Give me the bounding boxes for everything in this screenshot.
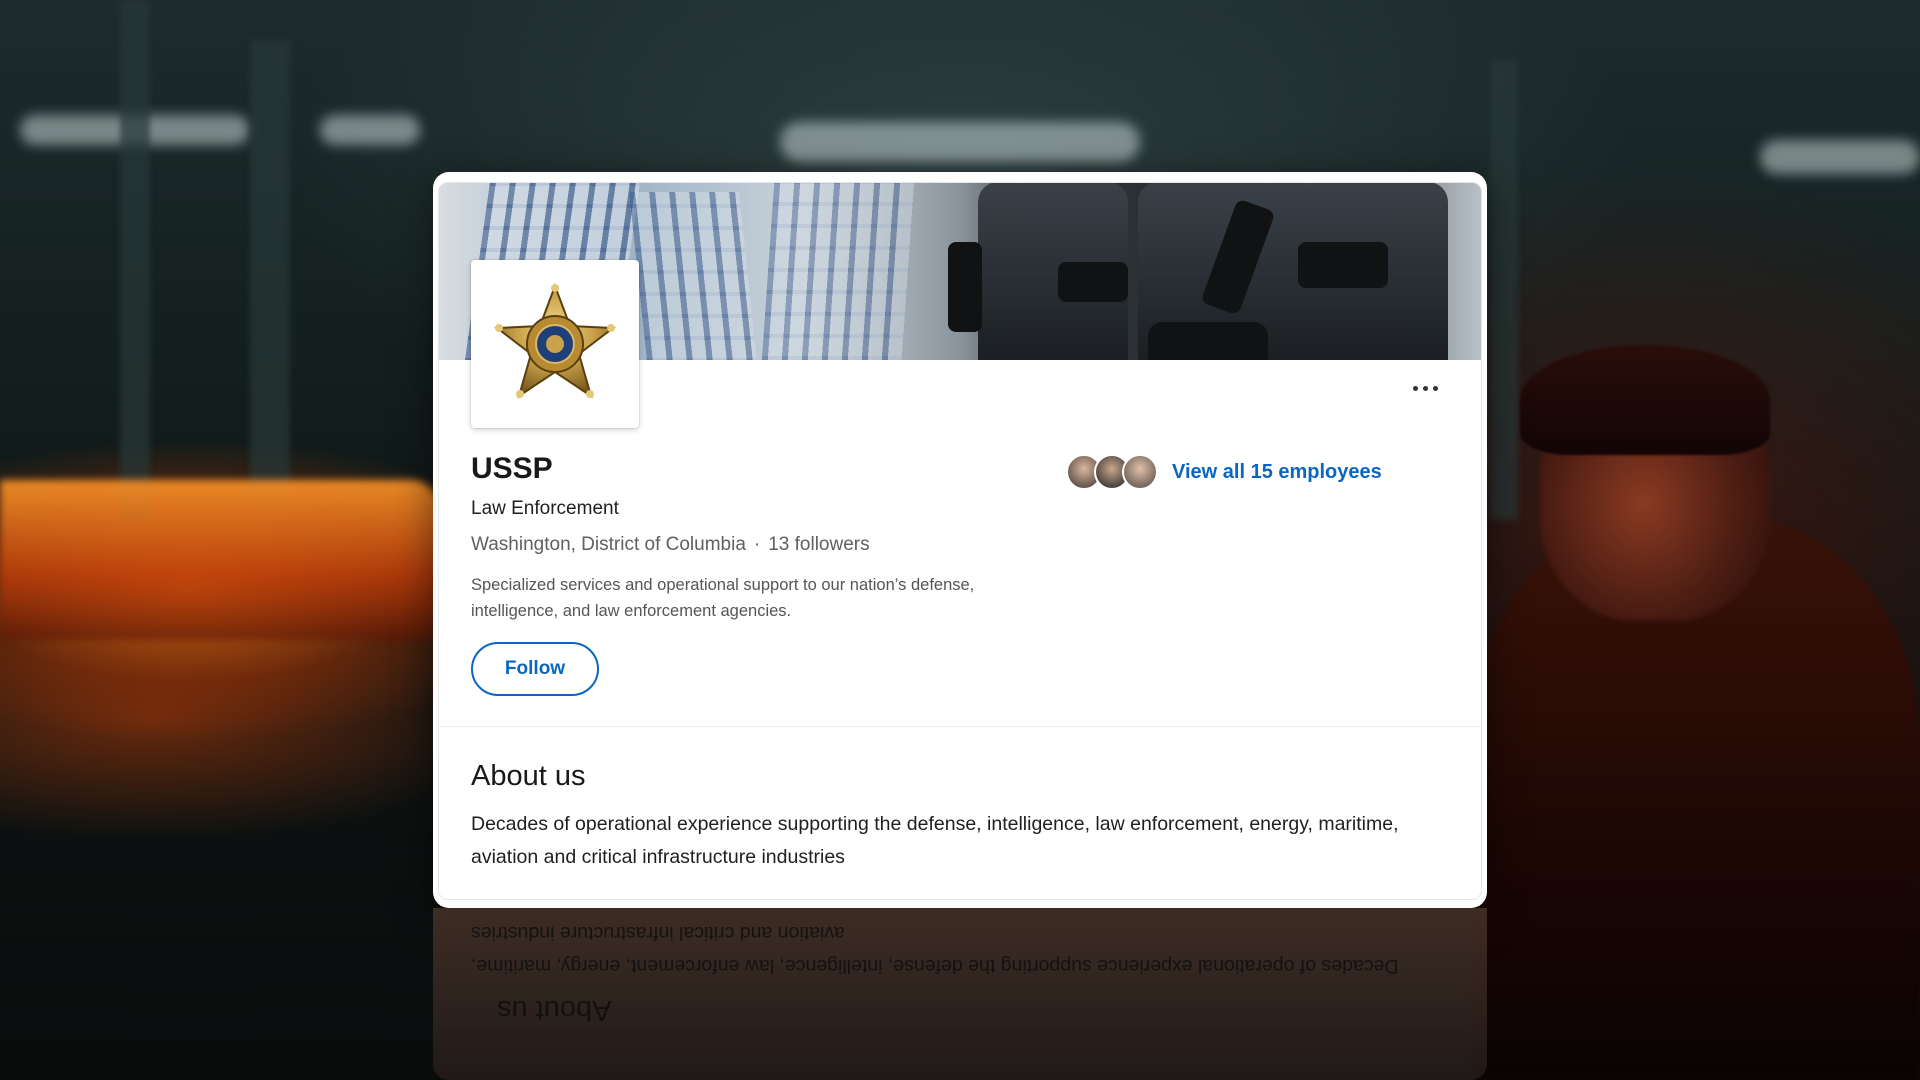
company-logo[interactable] xyxy=(471,260,639,428)
view-employees-link[interactable]: View all 15 employees xyxy=(1172,461,1382,484)
company-name: USSP xyxy=(471,452,553,485)
meta-separator: · xyxy=(753,534,761,555)
reflection-about-title: About us xyxy=(497,994,612,1026)
police-star-badge-icon xyxy=(494,283,616,399)
card-reflection: Decades of operational experience suppor… xyxy=(433,908,1487,1080)
follow-button[interactable]: Follow xyxy=(471,642,599,696)
ellipsis-icon xyxy=(1412,385,1418,391)
police-car-lightbar xyxy=(0,480,440,640)
company-meta: Washington, District of Columbia · 13 foll… xyxy=(471,534,870,556)
about-title: About us xyxy=(471,760,586,792)
avatar[interactable] xyxy=(1122,454,1158,490)
company-location: Washington, District of Columbia xyxy=(471,534,746,555)
company-card: USSP Law Enforcement Washington, Distric… xyxy=(433,172,1487,908)
followers-count[interactable]: 13 followers xyxy=(768,534,869,555)
section-divider xyxy=(438,726,1482,727)
employee-avatars[interactable] xyxy=(1066,454,1158,490)
about-text: Decades of operational experience suppor… xyxy=(471,813,1399,868)
employees-section[interactable]: View all 15 employees xyxy=(1066,450,1382,494)
company-tagline: Specialized services and operational sup… xyxy=(471,576,975,620)
company-industry: Law Enforcement xyxy=(471,498,619,519)
more-options-button[interactable] xyxy=(1403,372,1447,404)
reflection-about-text: Decades of operational experience suppor… xyxy=(471,922,1399,977)
